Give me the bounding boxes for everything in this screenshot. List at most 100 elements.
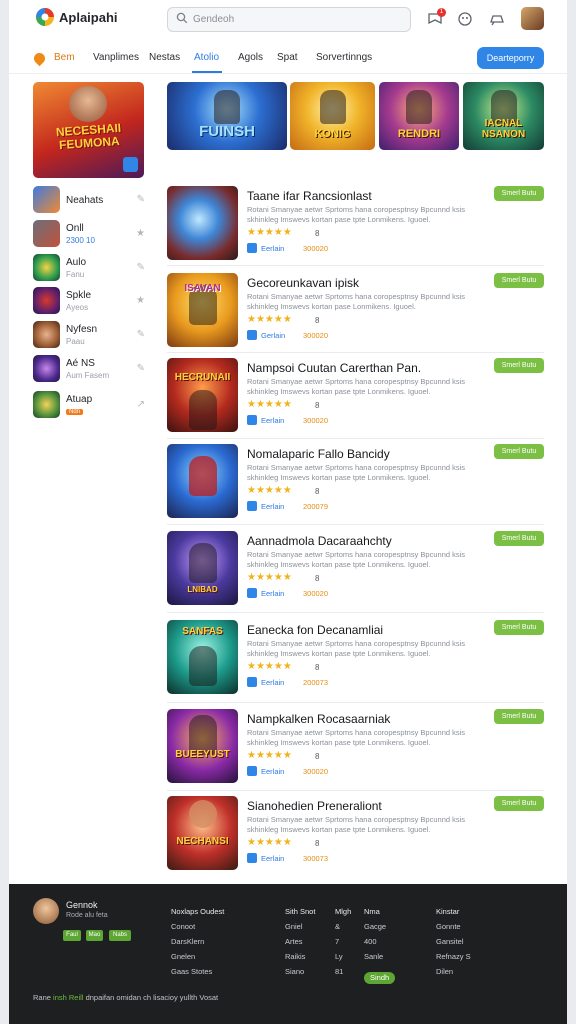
app-thumbnail: HECRUNAII — [167, 358, 238, 432]
pin-icon[interactable]: ✎ — [137, 329, 145, 340]
pin-icon[interactable]: ↗ — [137, 399, 145, 410]
sidebar-item[interactable]: Neahats ✎ — [33, 186, 145, 216]
install-button[interactable]: Smerl Butu — [494, 444, 544, 459]
tab-item-active[interactable]: Atolio — [194, 52, 219, 63]
app-title: Nampkalken Rocasaarniak — [247, 712, 391, 726]
app-list-item[interactable]: Taane ifar Rancsionlast Rotani Smanyae a… — [167, 186, 544, 266]
tab-item[interactable]: Vanplimes — [93, 52, 139, 63]
app-description: Rotani Smanyae aetwr Sprtoms hana corope… — [247, 639, 466, 658]
legal-link[interactable]: insh Reill — [53, 993, 83, 1002]
footer-tag[interactable]: Mao — [86, 930, 103, 941]
footer-link[interactable]: Conoot — [171, 922, 224, 937]
pin-icon[interactable]: ✎ — [137, 363, 145, 374]
app-description: Rotani Smanyae aetwr Sprtoms hana corope… — [247, 463, 466, 482]
sidebar-item[interactable]: Aulo Fanu ✎ — [33, 254, 145, 284]
brand-logo-icon[interactable] — [35, 7, 55, 27]
sidebar-item[interactable]: Aé NS Aum Fasem ✎ — [33, 355, 145, 385]
app-thumbnail: LNIBAD — [167, 531, 238, 605]
sidebar-item[interactable]: Atuap Ndn ↗ — [33, 391, 145, 421]
footer-link[interactable]: Dilen — [436, 967, 471, 982]
tab-home[interactable]: Bem — [54, 52, 75, 63]
install-button[interactable]: Smerl Butu — [494, 531, 544, 546]
footer-profile-name[interactable]: Gennok — [66, 900, 98, 910]
banner-card[interactable]: IACNAL NSANON — [463, 82, 544, 150]
primary-cta-button[interactable]: Dearteporry — [477, 47, 544, 69]
footer-link[interactable]: Gonnte — [436, 922, 471, 937]
footer-link[interactable]: Refnazy S — [436, 952, 471, 967]
app-list-item[interactable]: LNIBAD Aannadmola Dacaraahchty Rotani Sm… — [167, 531, 544, 611]
pin-icon[interactable]: ✎ — [137, 262, 145, 273]
rating-stars: ★★★★★ — [247, 227, 292, 238]
footer-link[interactable]: Raikis — [285, 952, 315, 967]
featured-badge-icon — [123, 157, 138, 172]
search-input[interactable]: Gendeoh — [167, 7, 411, 32]
sidebar-item[interactable]: Onll 2300 10 ★ — [33, 220, 145, 250]
rating-value: 8 — [315, 316, 320, 325]
footer-link[interactable]: Gnelen — [171, 952, 224, 967]
pin-icon[interactable]: ✎ — [137, 194, 145, 205]
tab-item[interactable]: Spat — [277, 52, 298, 63]
install-button[interactable]: Smerl Butu — [494, 796, 544, 811]
rating-value: 8 — [315, 752, 320, 761]
rating-stars: ★★★★★ — [247, 485, 292, 496]
footer-link[interactable]: Gniel — [285, 922, 315, 937]
install-button[interactable]: Smerl Butu — [494, 273, 544, 288]
app-list-item[interactable]: BUEEYUST Nampkalken Rocasaarniak Rotani … — [167, 709, 544, 789]
app-thumbnail — [167, 186, 238, 260]
meta-label: Gerlain — [261, 331, 286, 340]
footer-link[interactable]: Gacge — [364, 922, 395, 937]
pin-icon[interactable]: ★ — [136, 228, 145, 239]
app-list-item[interactable]: SANFAS Eanecka fon Decanamliai Rotani Sm… — [167, 620, 544, 700]
rating-stars: ★★★★★ — [247, 837, 292, 848]
banner-card[interactable]: RENDRI — [379, 82, 459, 150]
banner-card[interactable]: KONIG — [290, 82, 375, 150]
meta-label: Eerlain — [261, 244, 285, 253]
footer-link[interactable]: & — [335, 922, 351, 937]
tab-item[interactable]: Sorvertinngs — [316, 52, 372, 63]
tab-item[interactable]: Nestas — [149, 52, 180, 63]
tab-item[interactable]: Agols — [238, 52, 263, 63]
thumbnail-title: LNIBAD — [187, 585, 218, 594]
footer-tag[interactable]: Faul — [63, 930, 81, 941]
footer-link[interactable]: Siano — [285, 967, 315, 982]
install-button[interactable]: Smerl Butu — [494, 620, 544, 635]
sidebar-item[interactable]: Nyfesn Paau ✎ — [33, 321, 145, 351]
brand-name[interactable]: Aplaipahi — [59, 10, 118, 25]
pin-icon[interactable]: ★ — [136, 295, 145, 306]
install-button[interactable]: Smerl Butu — [494, 709, 544, 724]
footer-link[interactable]: Artes — [285, 937, 315, 952]
meta-label: Eerlain — [261, 767, 285, 776]
sidebar-item-label: Spkle — [66, 290, 92, 301]
verified-icon — [247, 853, 257, 863]
controller-icon[interactable] — [456, 10, 474, 28]
footer-link[interactable]: 400 — [364, 937, 395, 952]
rating-value: 8 — [315, 487, 320, 496]
footer-link[interactable]: 7 — [335, 937, 351, 952]
app-list-item[interactable]: Nomalaparic Fallo Bancidy Rotani Smanyae… — [167, 444, 544, 524]
footer-link[interactable]: DarsKlern — [171, 937, 224, 952]
footer-link[interactable]: Sanle — [364, 952, 395, 967]
footer-highlight-button[interactable]: Sindh — [364, 972, 396, 984]
footer-avatar[interactable] — [33, 898, 59, 924]
featured-game-card[interactable]: NECESHAII FEUMONA — [33, 82, 144, 178]
install-button[interactable]: Smerl Butu — [494, 186, 544, 201]
chat-icon[interactable] — [488, 10, 506, 28]
app-list-item[interactable]: NECHANSI Sianohedien Preneraliont Rotani… — [167, 796, 544, 876]
sidebar-item[interactable]: Spkle Ayeos ★ — [33, 287, 145, 317]
install-button[interactable]: Smerl Butu — [494, 358, 544, 373]
app-description: Rotani Smanyae aetwr Sprtoms hana corope… — [247, 815, 466, 834]
footer-link[interactable]: Ly — [335, 952, 351, 967]
app-list-item[interactable]: HECRUNAII Nampsoi Cuutan Carerthan Pan. … — [167, 358, 544, 438]
footer-column: Sith Snot Gniel Artes Raikis Siano — [285, 907, 315, 982]
footer-tag[interactable]: Nabs — [109, 930, 131, 941]
top-header: Aplaipahi Gendeoh 1 — [9, 0, 567, 40]
app-list-item[interactable]: ISAVAN Gecoreunkavan ipisk Rotani Smanya… — [167, 273, 544, 353]
thumbnail-title: BUEEYUST — [175, 749, 230, 760]
verified-icon — [247, 415, 257, 425]
user-avatar[interactable] — [521, 7, 544, 30]
banner-card[interactable]: FUINSH — [167, 82, 287, 150]
footer-link[interactable]: Gansitel — [436, 937, 471, 952]
rating-value: 8 — [315, 574, 320, 583]
footer-link[interactable]: Gaas Stotes — [171, 967, 224, 982]
footer-link[interactable]: 81 — [335, 967, 351, 982]
